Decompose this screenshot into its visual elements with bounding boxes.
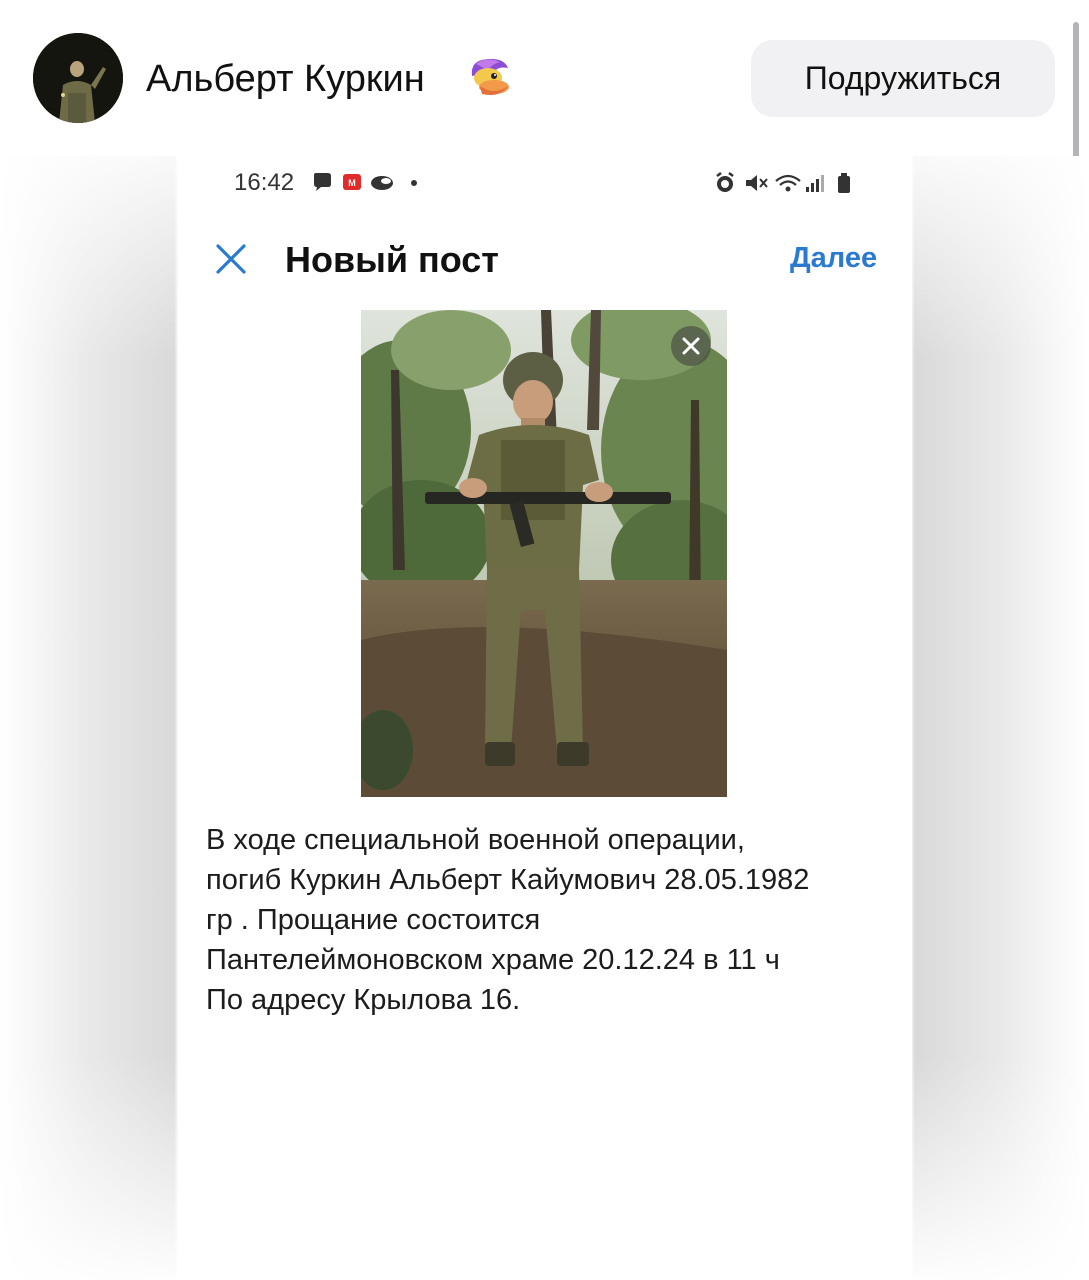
mute-icon — [746, 175, 768, 191]
alarm-icon — [716, 172, 734, 192]
wifi-icon — [775, 174, 801, 192]
dot-icon — [411, 180, 417, 186]
status-icons-right — [714, 171, 860, 195]
cloud-icon — [371, 176, 393, 190]
avatar-photo — [33, 33, 123, 123]
profile-name[interactable]: Альберт Куркин — [146, 58, 425, 100]
signal-icon — [806, 175, 824, 192]
chat-bubble-icon — [314, 173, 331, 191]
status-time: 16:42 — [234, 169, 295, 196]
profile-header: Альберт Куркин Подружиться — [0, 0, 1089, 600]
post-text: В ходе специальной военной операции, пог… — [206, 820, 896, 1020]
close-icon[interactable] — [214, 242, 248, 276]
post-text-line: погиб Куркин Альберт Кайумович 28.05.198… — [206, 864, 810, 896]
page-title: Новый пост — [285, 239, 499, 280]
magnit-app-icon: М — [343, 174, 361, 190]
next-button[interactable]: Далее — [790, 242, 877, 274]
battery-icon — [838, 173, 850, 193]
post-text-line: гр . Прощание состоится — [206, 904, 541, 936]
status-icons-left: М — [312, 172, 422, 194]
post-text-line: Пантелеймоновском храме 20.12.24 в 11 ч — [206, 944, 780, 976]
post-photo — [361, 310, 727, 797]
duck-sticker-icon — [464, 54, 514, 102]
avatar[interactable] — [33, 33, 123, 123]
close-circle-icon[interactable] — [671, 326, 711, 366]
embedded-screenshot: 16:42 М Новый пост Далее В ходе специаль… — [178, 156, 912, 1280]
post-text-line: В ходе специальной военной операции, — [206, 824, 745, 856]
post-text-line: По адресу Крылова 16. — [206, 984, 521, 1016]
soldier-photo — [361, 310, 727, 797]
befriend-button[interactable]: Подружиться — [751, 40, 1055, 117]
svg-text:М: М — [348, 178, 356, 188]
